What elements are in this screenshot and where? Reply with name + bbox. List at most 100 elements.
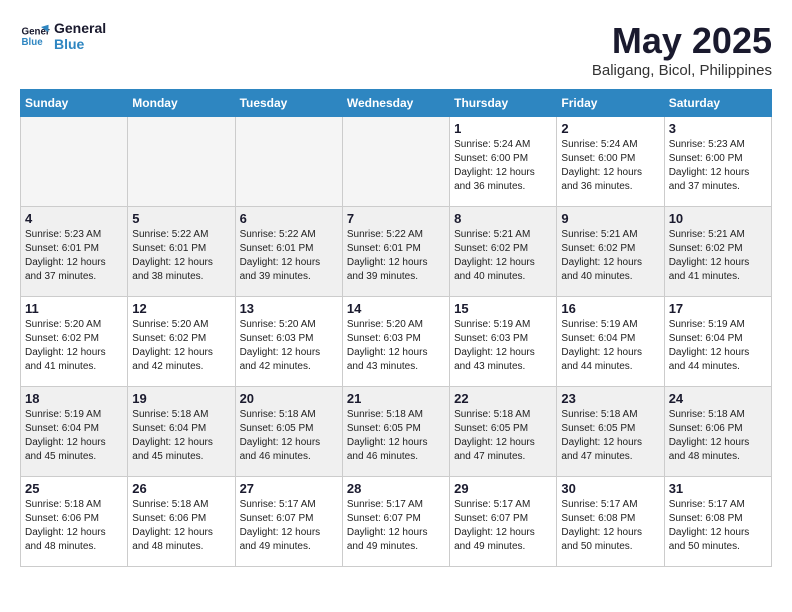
month-title: May 2025 [592,20,772,62]
day-number: 14 [347,301,445,316]
day-info: Sunrise: 5:21 AM Sunset: 6:02 PM Dayligh… [669,228,767,284]
day-cell: 17 Sunrise: 5:19 AM Sunset: 6:04 PM Dayli… [664,297,771,387]
day-info: Sunrise: 5:17 AM Sunset: 6:07 PM Dayligh… [454,498,552,554]
day-cell: 26Sunrise: 5:18 AM Sunset: 6:06 PM Dayli… [128,477,235,567]
logo: General Blue General Blue [20,20,106,52]
day-number: 10 [669,211,767,226]
day-cell: 28 Sunrise: 5:17 AM Sunset: 6:07 PM Dayli… [342,477,449,567]
day-number: 27 [240,481,338,496]
day-info: Sunrise: 5:17 AM Sunset: 6:08 PM Dayligh… [561,498,659,554]
day-cell: 20 Sunrise: 5:18 AM Sunset: 6:05 PM Dayli… [235,387,342,477]
day-info: Sunrise: 5:23 AM Sunset: 6:00 PM Dayligh… [669,138,767,194]
day-number: 13 [240,301,338,316]
title-block: May 2025 Baligang, Bicol, Philippines [592,20,772,79]
day-cell: 29Sunrise: 5:17 AM Sunset: 6:07 PM Dayli… [450,477,557,567]
day-info: Sunrise: 5:22 AM Sunset: 6:01 PM Dayligh… [132,228,230,284]
day-info: Sunrise: 5:20 AM Sunset: 6:03 PM Dayligh… [347,318,445,374]
day-info: Sunrise: 5:18 AM Sunset: 6:06 PM Dayligh… [25,498,123,554]
calendar-table: SundayMondayTuesdayWednesdayThursdayFrid… [20,89,772,567]
day-cell: 5 Sunrise: 5:22 AM Sunset: 6:01 PM Daylig… [128,207,235,297]
day-number: 20 [240,391,338,406]
day-cell [128,117,235,207]
day-number: 5 [132,211,230,226]
day-cell: 31 Sunrise: 5:17 AM Sunset: 6:08 PM Dayli… [664,477,771,567]
day-info: Sunrise: 5:18 AM Sunset: 6:05 PM Dayligh… [240,408,338,464]
week-row-5: 25 Sunrise: 5:18 AM Sunset: 6:06 PM Dayli… [21,477,772,567]
day-info: Sunrise: 5:18 AM Sunset: 6:05 PM Dayligh… [347,408,445,464]
day-info: Sunrise: 5:20 AM Sunset: 6:02 PM Dayligh… [132,318,230,374]
day-cell: 19 Sunrise: 5:18 AM Sunset: 6:04 PM Dayli… [128,387,235,477]
col-header-friday: Friday [557,90,664,117]
day-number: 30 [561,481,659,496]
day-info: Sunrise: 5:22 AM Sunset: 6:01 PM Dayligh… [347,228,445,284]
day-info: Sunrise: 5:17 AM Sunset: 6:07 PM Dayligh… [240,498,338,554]
day-cell: 30 Sunrise: 5:17 AM Sunset: 6:08 PM Dayli… [557,477,664,567]
day-info: Sunrise: 5:18 AM Sunset: 6:04 PM Dayligh… [132,408,230,464]
day-cell [21,117,128,207]
day-info: Sunrise: 5:23 AM Sunset: 6:01 PM Dayligh… [25,228,123,284]
day-number: 24 [669,391,767,406]
day-number: 17 [669,301,767,316]
day-number: 22 [454,391,552,406]
day-info: Sunrise: 5:24 AM Sunset: 6:00 PM Dayligh… [454,138,552,194]
day-cell: 3Sunrise: 5:23 AM Sunset: 6:00 PM Daylig… [664,117,771,207]
day-cell: 15Sunrise: 5:19 AM Sunset: 6:03 PM Dayli… [450,297,557,387]
day-cell: 24Sunrise: 5:18 AM Sunset: 6:06 PM Dayli… [664,387,771,477]
day-cell: 9 Sunrise: 5:21 AM Sunset: 6:02 PM Daylig… [557,207,664,297]
day-info: Sunrise: 5:19 AM Sunset: 6:04 PM Dayligh… [25,408,123,464]
day-info: Sunrise: 5:21 AM Sunset: 6:02 PM Dayligh… [454,228,552,284]
day-number: 9 [561,211,659,226]
day-info: Sunrise: 5:18 AM Sunset: 6:05 PM Dayligh… [561,408,659,464]
day-cell [342,117,449,207]
day-info: Sunrise: 5:20 AM Sunset: 6:02 PM Dayligh… [25,318,123,374]
day-info: Sunrise: 5:17 AM Sunset: 6:07 PM Dayligh… [347,498,445,554]
day-cell: 10 Sunrise: 5:21 AM Sunset: 6:02 PM Dayli… [664,207,771,297]
day-cell: 23 Sunrise: 5:18 AM Sunset: 6:05 PM Dayli… [557,387,664,477]
day-cell: 21Sunrise: 5:18 AM Sunset: 6:05 PM Dayli… [342,387,449,477]
day-number: 8 [454,211,552,226]
day-cell: 8 Sunrise: 5:21 AM Sunset: 6:02 PM Daylig… [450,207,557,297]
location-subtitle: Baligang, Bicol, Philippines [592,62,772,79]
logo-icon: General Blue [20,21,50,51]
day-info: Sunrise: 5:24 AM Sunset: 6:00 PM Dayligh… [561,138,659,194]
col-header-saturday: Saturday [664,90,771,117]
day-info: Sunrise: 5:20 AM Sunset: 6:03 PM Dayligh… [240,318,338,374]
col-header-sunday: Sunday [21,90,128,117]
day-cell: 25 Sunrise: 5:18 AM Sunset: 6:06 PM Dayli… [21,477,128,567]
week-row-4: 18Sunrise: 5:19 AM Sunset: 6:04 PM Dayli… [21,387,772,477]
day-cell: 18Sunrise: 5:19 AM Sunset: 6:04 PM Dayli… [21,387,128,477]
day-number: 28 [347,481,445,496]
day-cell: 27 Sunrise: 5:17 AM Sunset: 6:07 PM Dayli… [235,477,342,567]
day-cell: 4Sunrise: 5:23 AM Sunset: 6:01 PM Daylig… [21,207,128,297]
day-number: 23 [561,391,659,406]
day-cell [235,117,342,207]
day-number: 19 [132,391,230,406]
week-row-3: 11Sunrise: 5:20 AM Sunset: 6:02 PM Dayli… [21,297,772,387]
week-row-2: 4Sunrise: 5:23 AM Sunset: 6:01 PM Daylig… [21,207,772,297]
week-row-1: 1 Sunrise: 5:24 AM Sunset: 6:00 PM Daylig… [21,117,772,207]
day-cell: 14 Sunrise: 5:20 AM Sunset: 6:03 PM Dayli… [342,297,449,387]
day-cell: 22Sunrise: 5:18 AM Sunset: 6:05 PM Dayli… [450,387,557,477]
day-info: Sunrise: 5:19 AM Sunset: 6:04 PM Dayligh… [561,318,659,374]
day-number: 15 [454,301,552,316]
day-cell: 2Sunrise: 5:24 AM Sunset: 6:00 PM Daylig… [557,117,664,207]
day-number: 25 [25,481,123,496]
header-row: SundayMondayTuesdayWednesdayThursdayFrid… [21,90,772,117]
col-header-wednesday: Wednesday [342,90,449,117]
day-number: 16 [561,301,659,316]
day-info: Sunrise: 5:22 AM Sunset: 6:01 PM Dayligh… [240,228,338,284]
day-number: 1 [454,121,552,136]
day-info: Sunrise: 5:18 AM Sunset: 6:06 PM Dayligh… [132,498,230,554]
day-cell: 13 Sunrise: 5:20 AM Sunset: 6:03 PM Dayli… [235,297,342,387]
day-cell: 6Sunrise: 5:22 AM Sunset: 6:01 PM Daylig… [235,207,342,297]
day-info: Sunrise: 5:19 AM Sunset: 6:04 PM Dayligh… [669,318,767,374]
day-info: Sunrise: 5:21 AM Sunset: 6:02 PM Dayligh… [561,228,659,284]
day-info: Sunrise: 5:17 AM Sunset: 6:08 PM Dayligh… [669,498,767,554]
day-cell: 1 Sunrise: 5:24 AM Sunset: 6:00 PM Daylig… [450,117,557,207]
day-number: 7 [347,211,445,226]
day-number: 12 [132,301,230,316]
day-number: 31 [669,481,767,496]
logo-line2: Blue [54,36,106,52]
day-cell: 16 Sunrise: 5:19 AM Sunset: 6:04 PM Dayli… [557,297,664,387]
page-header: General Blue General Blue May 2025 Balig… [20,20,772,79]
